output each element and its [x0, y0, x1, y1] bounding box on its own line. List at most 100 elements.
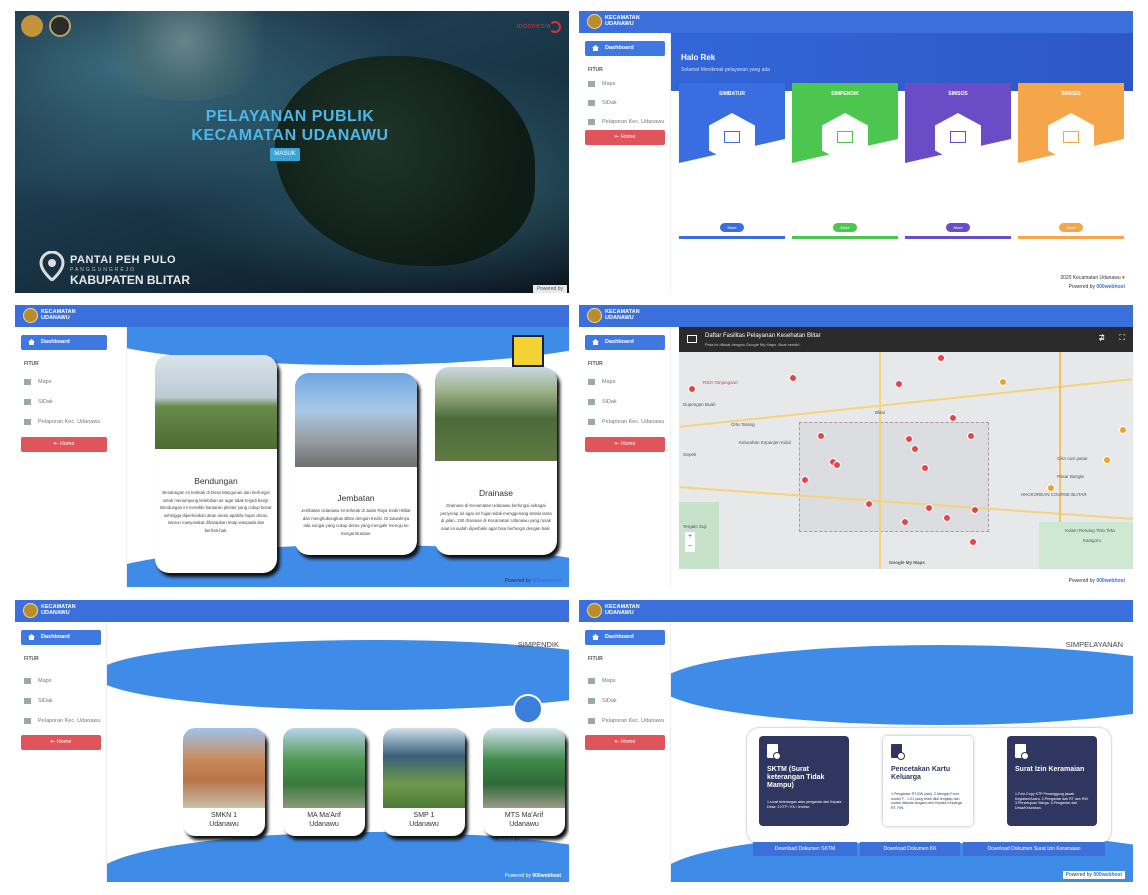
powered-by[interactable]: Powered by 000webhost	[505, 578, 561, 584]
map-pin[interactable]	[1103, 456, 1111, 464]
map-pin[interactable]	[937, 354, 945, 362]
powered-by[interactable]: Powered by 000webhost	[1069, 284, 1125, 290]
download-keramaian-button[interactable]: Download Dokumen Surat Izin Keramaian	[963, 842, 1105, 856]
service-card-simpendik[interactable]: SIMPENDIK More	[792, 83, 898, 239]
powered-label: Powered by	[504, 873, 531, 879]
landing-screen: indonesia PELAYANAN PUBLIK KECAMATAN UDA…	[15, 11, 569, 293]
service-card-simkes[interactable]: SIMKES More	[1018, 83, 1124, 239]
service-card-sktm[interactable]: SKTM (Surat keterangan Tidak Mampu) 1.su…	[759, 736, 849, 826]
app-logo	[23, 308, 38, 323]
powered-by[interactable]: Powered by 000webhost	[505, 873, 561, 879]
map-pin[interactable]	[1119, 426, 1127, 434]
zoom-controls[interactable]: + −	[685, 532, 695, 552]
school-photo	[483, 728, 565, 808]
sidebar-item-pelaporan[interactable]: Pelaporan Kec. Udanawu	[24, 718, 100, 724]
more-button[interactable]: More	[720, 223, 744, 232]
school-card[interactable]: SMP 1 Udanawu	[383, 728, 465, 836]
download-sktm-button[interactable]: Download Dokumen SKTM	[753, 842, 857, 856]
fullscreen-icon[interactable]: ⛶	[1119, 333, 1125, 343]
more-schools-link[interactable]: Sekolah Lainnya >>>	[499, 837, 541, 842]
map-pin[interactable]	[925, 504, 933, 512]
sidebar-item-sidak[interactable]: SiDak	[588, 698, 617, 704]
map-label: Cikn cwir pasar	[1057, 456, 1088, 461]
sidebar-item-maps[interactable]: Maps	[588, 81, 615, 87]
top-bar: KECAMATAN UDANAWU	[15, 305, 569, 327]
sidebar-toggle-icon[interactable]	[687, 335, 697, 343]
sidebar-item-pelaporan[interactable]: Pelaporan Kec. Udanawu	[588, 119, 664, 125]
more-button[interactable]: More	[946, 223, 970, 232]
sidebar-item-dashboard[interactable]: Dashboard	[585, 41, 665, 56]
brand-logo-icon	[549, 21, 561, 33]
host-name: 000webhost	[532, 873, 561, 879]
city-boundary	[799, 422, 989, 532]
top-bar: KECAMATAN UDANAWU	[579, 11, 1133, 33]
school-card[interactable]: MTS Ma'Arif Udanawu	[483, 728, 565, 836]
powered-by[interactable]: Powered by 000webhost	[1069, 578, 1125, 584]
sidebar-item-pelaporan[interactable]: Pelaporan Kec. Udanawu	[588, 419, 664, 425]
enter-button[interactable]: MASUK	[270, 148, 300, 161]
sidebar-item-sidak[interactable]: SiDak	[588, 399, 617, 405]
home-button[interactable]: ⇤ Home	[585, 735, 665, 750]
sidebar-item-label: Pelaporan Kec. Udanawu	[38, 718, 101, 724]
map-pin[interactable]	[833, 461, 841, 469]
sidebar-item-maps[interactable]: Maps	[24, 678, 51, 684]
map-pin[interactable]	[801, 476, 809, 484]
sidebar-item-pelaporan[interactable]: Pelaporan Kec. Udanawu	[588, 718, 664, 724]
home-button[interactable]: ⇤ Home	[585, 130, 665, 145]
sidebar-item-label: Dashboard	[605, 634, 634, 640]
card-description: Drainase di Kecamatan Udanawu berfungsi …	[440, 503, 552, 531]
sidebar-item-maps[interactable]: Maps	[24, 379, 51, 385]
map-pin[interactable]	[688, 385, 696, 393]
more-button[interactable]: More	[833, 223, 857, 232]
map-pin[interactable]	[999, 378, 1007, 386]
sidebar-item-dashboard[interactable]: Dashboard	[585, 335, 665, 350]
home-button-label: Home	[56, 739, 72, 745]
school-name: MA Ma'Arif Udanawu	[283, 811, 365, 829]
service-card-kk[interactable]: Pencetakan Kartu Keluarga 1.Pengantar RT…	[883, 736, 973, 826]
home-button[interactable]: ⇤ Home	[585, 437, 665, 452]
map-pin[interactable]	[905, 435, 913, 443]
sidebar-item-dashboard[interactable]: Dashboard	[585, 630, 665, 645]
service-card-simsos[interactable]: SIMSOS More	[905, 83, 1011, 239]
download-kk-button[interactable]: Download Dokumen KK	[860, 842, 960, 856]
map-pin[interactable]	[901, 518, 909, 526]
map-pin[interactable]	[1047, 484, 1055, 492]
map-pin[interactable]	[969, 538, 977, 546]
infra-card-jembatan[interactable]: Jembatan Jembatan Udanawu ini terletak d…	[295, 373, 417, 555]
map-pin[interactable]	[911, 445, 919, 453]
more-button[interactable]: More	[1059, 223, 1083, 232]
sidebar-item-dashboard[interactable]: Dashboard	[21, 335, 107, 350]
sidebar-item-sidak[interactable]: SiDak	[588, 100, 617, 106]
greeting: Halo Rek	[681, 53, 716, 62]
infra-card-bendungan[interactable]: Bendungan Bendungan ini terletak di Desa…	[155, 355, 277, 573]
infra-card-drainase[interactable]: Drainase Drainase di Kecamatan Udanawu b…	[435, 367, 557, 555]
share-icon[interactable]: ⋣	[1098, 333, 1105, 342]
map-pin[interactable]	[967, 432, 975, 440]
sidebar-item-maps[interactable]: Maps	[588, 678, 615, 684]
map-pin[interactable]	[949, 414, 957, 422]
sidebar-item-label: Pelaporan Kec. Udanawu	[602, 119, 665, 125]
sidebar-item-sidak[interactable]: SiDak	[24, 399, 53, 405]
chat-icon	[24, 399, 31, 405]
map-pin[interactable]	[943, 514, 951, 522]
map-pin[interactable]	[971, 506, 979, 514]
map-pin[interactable]	[921, 464, 929, 472]
sidebar-item-maps[interactable]: Maps	[588, 379, 615, 385]
sidebar-item-dashboard[interactable]: Dashboard	[21, 630, 101, 645]
map-pin[interactable]	[789, 374, 797, 382]
powered-by[interactable]: Powered by 000webhost	[1062, 871, 1125, 879]
map-pin[interactable]	[865, 500, 873, 508]
service-card-simbatur[interactable]: SIMBATUR More	[679, 83, 785, 239]
school-card[interactable]: SMKN 1 Udanawu	[183, 728, 265, 836]
powered-by[interactable]: Powered by	[532, 285, 567, 293]
map-pin[interactable]	[895, 380, 903, 388]
sidebar-item-pelaporan[interactable]: Pelaporan Kec. Udanawu	[24, 419, 100, 425]
service-card-keramaian[interactable]: Surat Izin Keramaian 1.Foto Copy KTP Pen…	[1007, 736, 1097, 826]
map-pin[interactable]	[817, 432, 825, 440]
home-button[interactable]: ⇤ Home	[21, 437, 107, 452]
sidebar-item-sidak[interactable]: SiDak	[24, 698, 53, 704]
school-card[interactable]: MA Ma'Arif Udanawu	[283, 728, 365, 836]
home-button[interactable]: ⇤ Home	[21, 735, 101, 750]
map-canvas[interactable]: RSIA Tanjungsari Blitar Kanigoro Pasar B…	[679, 352, 1133, 569]
map-label: Pasar Bangle	[1057, 474, 1085, 479]
